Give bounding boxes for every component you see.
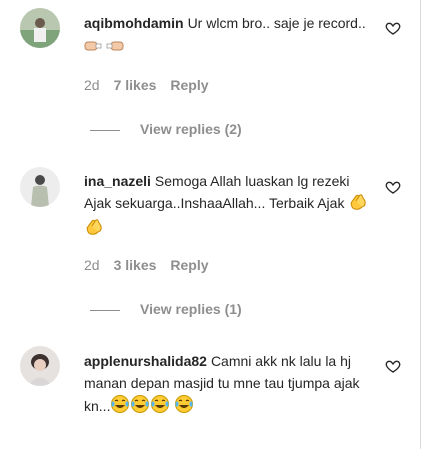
likes-count[interactable]: 7 likes <box>114 77 157 93</box>
username[interactable]: aqibmohdamin <box>84 15 184 31</box>
fist-bump-left-icon <box>84 37 102 59</box>
comment-meta: 2d 3 likes Reply <box>84 257 223 273</box>
comment-body: Ur wlcm bro.. saje je record.. <box>187 15 366 31</box>
tears-of-joy-icon <box>150 394 170 420</box>
reply-button[interactable]: Reply <box>170 257 208 273</box>
tears-of-joy-icon <box>110 394 130 420</box>
avatar[interactable] <box>20 167 60 207</box>
divider-line <box>90 129 120 131</box>
comment-text: aqibmohdamin Ur wlcm bro.. saje je record… <box>84 12 369 59</box>
avatar[interactable] <box>20 8 60 48</box>
comment-text: applenurshalida82 Camni akk nk lalu la hj… <box>84 350 369 420</box>
divider-line <box>90 309 120 311</box>
likes-count[interactable]: 3 likes <box>114 257 157 273</box>
clapping-hands-icon <box>348 193 368 217</box>
fist-bump-right-icon <box>106 37 124 59</box>
clapping-hands-icon <box>84 218 104 242</box>
username[interactable]: ina_nazeli <box>84 173 151 189</box>
view-replies-label: View replies (2) <box>140 121 242 137</box>
comment-text: ina_nazeli Semoga Allah luaskan lg rezeki… <box>84 170 369 242</box>
timestamp[interactable]: 2d <box>84 77 100 93</box>
view-replies-label: View replies (1) <box>140 301 242 317</box>
like-heart-icon[interactable] <box>385 358 401 374</box>
comment-meta: 2d 7 likes Reply <box>84 77 223 93</box>
username[interactable]: applenurshalida82 <box>84 353 207 369</box>
avatar[interactable] <box>20 346 60 386</box>
tears-of-joy-icon <box>130 394 150 420</box>
like-heart-icon[interactable] <box>385 179 401 195</box>
reply-button[interactable]: Reply <box>170 77 208 93</box>
view-replies-button[interactable]: View replies (1) <box>90 301 242 317</box>
timestamp[interactable]: 2d <box>84 257 100 273</box>
like-heart-icon[interactable] <box>385 20 401 36</box>
tears-of-joy-icon <box>174 394 194 420</box>
view-replies-button[interactable]: View replies (2) <box>90 121 242 137</box>
